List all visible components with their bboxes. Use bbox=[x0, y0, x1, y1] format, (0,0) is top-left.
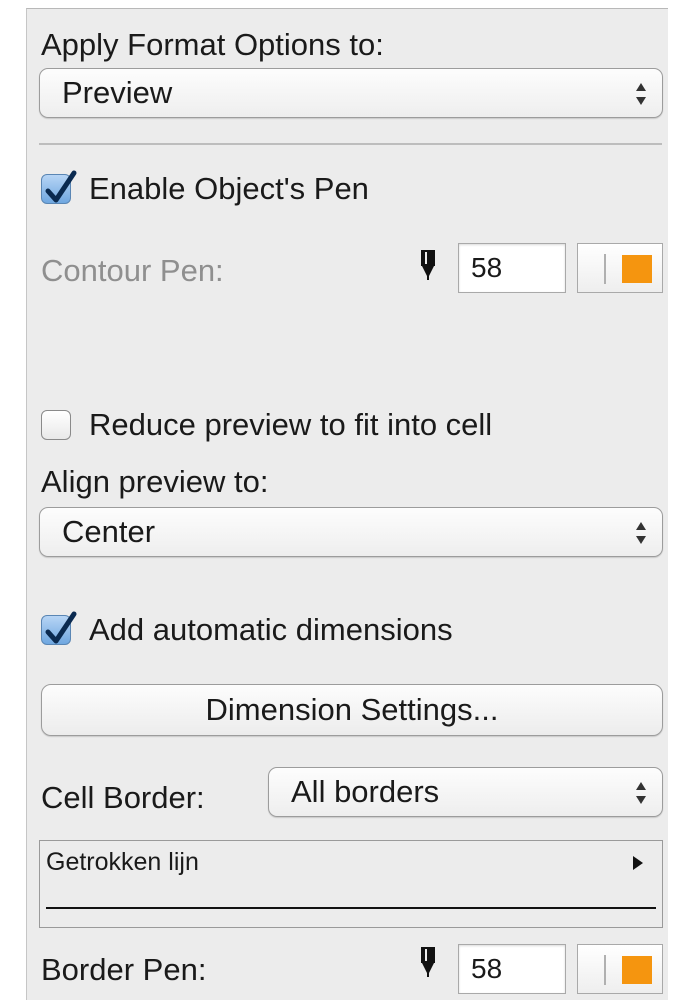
up-down-arrows-icon bbox=[634, 520, 648, 546]
line-type-preview bbox=[46, 907, 656, 909]
apply-format-value: Preview bbox=[62, 75, 173, 110]
border-pen-label: Border Pen: bbox=[41, 952, 207, 987]
checkmark-icon bbox=[45, 170, 77, 203]
border-pen-color-button[interactable] bbox=[577, 944, 663, 994]
swatch-separator bbox=[604, 254, 606, 284]
border-pen-number-field[interactable]: 58 bbox=[458, 944, 566, 994]
up-down-arrows-icon bbox=[634, 780, 648, 806]
cell-border-popup[interactable]: All borders bbox=[268, 767, 663, 817]
apply-format-label: Apply Format Options to: bbox=[41, 27, 384, 62]
contour-pen-label: Contour Pen: bbox=[41, 253, 224, 288]
swatch-separator bbox=[604, 955, 606, 985]
up-down-arrows-icon bbox=[634, 81, 648, 107]
reduce-preview-label: Reduce preview to fit into cell bbox=[89, 407, 493, 442]
enable-pen-label: Enable Object's Pen bbox=[89, 171, 369, 206]
apply-format-popup[interactable]: Preview bbox=[39, 68, 663, 118]
checkmark-icon bbox=[45, 611, 77, 644]
align-preview-popup[interactable]: Center bbox=[39, 507, 663, 557]
align-preview-value: Center bbox=[62, 514, 156, 549]
auto-dimensions-label: Add automatic dimensions bbox=[89, 612, 453, 647]
contour-pen-color-button[interactable] bbox=[577, 243, 663, 293]
enable-pen-checkbox[interactable] bbox=[41, 170, 77, 204]
section-divider bbox=[39, 143, 662, 145]
auto-dimensions-checkbox[interactable] bbox=[41, 611, 77, 645]
reduce-preview-checkbox[interactable] bbox=[41, 410, 71, 440]
pen-nib-icon bbox=[421, 250, 435, 280]
triangle-right-icon bbox=[633, 856, 643, 870]
dimension-settings-button[interactable]: Dimension Settings... bbox=[41, 684, 663, 736]
contour-pen-color-swatch bbox=[622, 255, 652, 283]
cell-border-value: All borders bbox=[291, 774, 440, 809]
contour-pen-number-field[interactable]: 58 bbox=[458, 243, 566, 293]
line-type-selector[interactable]: Getrokken lijn bbox=[39, 840, 663, 928]
border-pen-color-swatch bbox=[622, 956, 652, 984]
format-options-panel: Apply Format Options to: Preview Enable … bbox=[26, 8, 668, 1000]
align-preview-label: Align preview to: bbox=[41, 464, 269, 499]
line-type-label: Getrokken lijn bbox=[46, 848, 199, 876]
cell-border-label: Cell Border: bbox=[41, 780, 205, 815]
pen-nib-icon bbox=[421, 947, 435, 977]
